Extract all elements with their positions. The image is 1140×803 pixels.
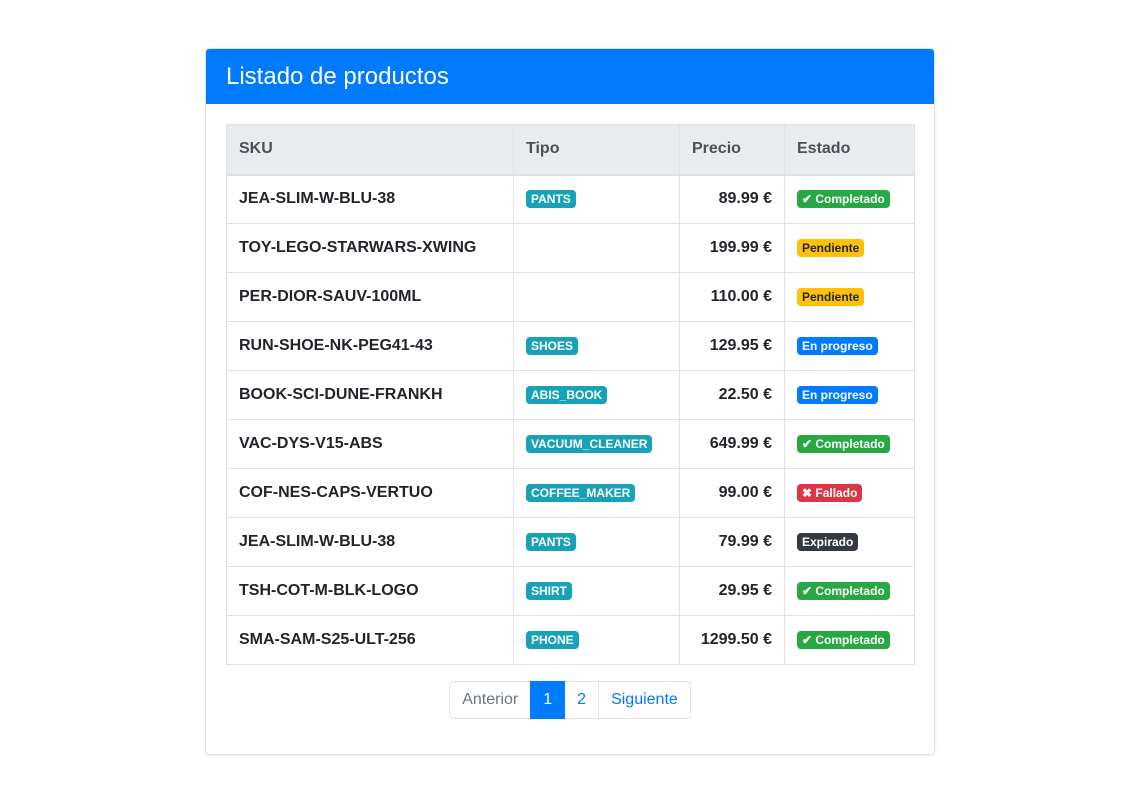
card-body: SKU Tipo Precio Estado JEA-SLIM-W-BLU-38… (206, 104, 934, 719)
status-badge: En progreso (797, 385, 878, 404)
sku-cell: TSH-COT-M-BLK-LOGO (226, 566, 514, 616)
tipo-cell: PANTS (513, 174, 680, 224)
tipo-badge: PANTS (526, 532, 576, 551)
precio-cell: 1299.50 € (679, 615, 785, 665)
estado-cell: ✔ Completado (784, 419, 915, 469)
status-badge: ✖ Fallado (797, 483, 863, 502)
estado-cell: ✔ Completado (784, 615, 915, 665)
estado-cell: ✔ Completado (784, 566, 915, 616)
precio-cell: 99.00 € (679, 468, 785, 518)
precio-cell: 649.99 € (679, 419, 785, 469)
pagination-list: Anterior 1 2 Siguiente (449, 681, 691, 719)
tipo-badge: PANTS (526, 190, 576, 209)
table-row: TOY-LEGO-STARWARS-XWING 199.99 € Pendiente (226, 223, 915, 273)
table-row: VAC-DYS-V15-ABS VACUUM_CLEANER 649.99 € ✔ C… (226, 419, 915, 469)
status-badge: ✔ Completado (797, 434, 890, 453)
precio-cell: 22.50 € (679, 370, 785, 420)
pagination-page-1[interactable]: 1 (530, 681, 566, 719)
column-header-estado[interactable]: Estado (784, 124, 915, 176)
tipo-cell: PANTS (513, 517, 680, 567)
pagination: Anterior 1 2 Siguiente (226, 681, 914, 719)
table-row: RUN-SHOE-NK-PEG41-43 SHOES 129.95 € En prog… (226, 321, 915, 371)
status-badge: ✔ Completado (797, 630, 890, 649)
table-row: SMA-SAM-S25-ULT-256 PHONE 1299.50 € ✔ Compl… (226, 615, 915, 665)
tipo-cell: COFFEE_MAKER (513, 468, 680, 518)
sku-cell: JEA-SLIM-W-BLU-38 (226, 517, 514, 567)
precio-cell: 110.00 € (679, 272, 785, 322)
tipo-cell: SHIRT (513, 566, 680, 616)
status-badge: Pendiente (797, 287, 865, 306)
estado-cell: En progreso (784, 370, 915, 420)
tipo-cell: SHOES (513, 321, 680, 371)
column-header-precio[interactable]: Precio (679, 124, 785, 176)
column-header-tipo[interactable]: Tipo (513, 124, 680, 176)
estado-cell: Pendiente (784, 223, 915, 273)
precio-cell: 79.99 € (679, 517, 785, 567)
card-header: Listado de productos (206, 49, 934, 104)
pagination-next[interactable]: Siguiente (598, 681, 691, 719)
precio-cell: 129.95 € (679, 321, 785, 371)
products-card: Listado de productos SKU Tipo Precio Est… (205, 48, 935, 755)
status-badge: Pendiente (797, 238, 865, 257)
estado-cell: Pendiente (784, 272, 915, 322)
table-row: JEA-SLIM-W-BLU-38 PANTS 89.99 € ✔ Completad… (226, 174, 915, 224)
sku-cell: TOY-LEGO-STARWARS-XWING (226, 223, 514, 273)
products-table: SKU Tipo Precio Estado JEA-SLIM-W-BLU-38… (226, 124, 915, 665)
tipo-cell: VACUUM_CLEANER (513, 419, 680, 469)
sku-cell: VAC-DYS-V15-ABS (226, 419, 514, 469)
table-header-row: SKU Tipo Precio Estado (226, 124, 915, 176)
estado-cell: ✖ Fallado (784, 468, 915, 518)
status-badge: En progreso (797, 336, 878, 355)
table-row: JEA-SLIM-W-BLU-38 PANTS 79.99 € Expirado (226, 517, 915, 567)
sku-cell: COF-NES-CAPS-VERTUO (226, 468, 514, 518)
tipo-cell: ABIS_BOOK (513, 370, 680, 420)
table-row: BOOK-SCI-DUNE-FRANKH ABIS_BOOK 22.50 € En p… (226, 370, 915, 420)
tipo-badge: PHONE (526, 630, 579, 649)
tipo-cell (513, 272, 680, 322)
tipo-badge: COFFEE_MAKER (526, 483, 636, 502)
estado-cell: Expirado (784, 517, 915, 567)
sku-cell: RUN-SHOE-NK-PEG41-43 (226, 321, 514, 371)
tipo-badge: VACUUM_CLEANER (526, 434, 653, 453)
sku-cell: BOOK-SCI-DUNE-FRANKH (226, 370, 514, 420)
page-title: Listado de productos (226, 62, 449, 90)
sku-cell: SMA-SAM-S25-ULT-256 (226, 615, 514, 665)
status-badge: ✔ Completado (797, 581, 890, 600)
estado-cell: En progreso (784, 321, 915, 371)
tipo-badge: SHIRT (526, 581, 572, 600)
pagination-previous[interactable]: Anterior (449, 681, 532, 719)
sku-cell: PER-DIOR-SAUV-100ML (226, 272, 514, 322)
pagination-page-2[interactable]: 2 (564, 681, 600, 719)
precio-cell: 29.95 € (679, 566, 785, 616)
tipo-badge: ABIS_BOOK (526, 385, 608, 404)
table-row: PER-DIOR-SAUV-100ML 110.00 € Pendiente (226, 272, 915, 322)
precio-cell: 199.99 € (679, 223, 785, 273)
table-row: COF-NES-CAPS-VERTUO COFFEE_MAKER 99.00 € ✖ … (226, 468, 915, 518)
precio-cell: 89.99 € (679, 174, 785, 224)
table-row: TSH-COT-M-BLK-LOGO SHIRT 29.95 € ✔ Completa… (226, 566, 915, 616)
tipo-cell: PHONE (513, 615, 680, 665)
tipo-badge: SHOES (526, 336, 579, 355)
status-badge: ✔ Completado (797, 190, 890, 209)
estado-cell: ✔ Completado (784, 174, 915, 224)
tipo-cell (513, 223, 680, 273)
column-header-sku[interactable]: SKU (226, 124, 514, 176)
sku-cell: JEA-SLIM-W-BLU-38 (226, 174, 514, 224)
status-badge: Expirado (797, 532, 859, 551)
